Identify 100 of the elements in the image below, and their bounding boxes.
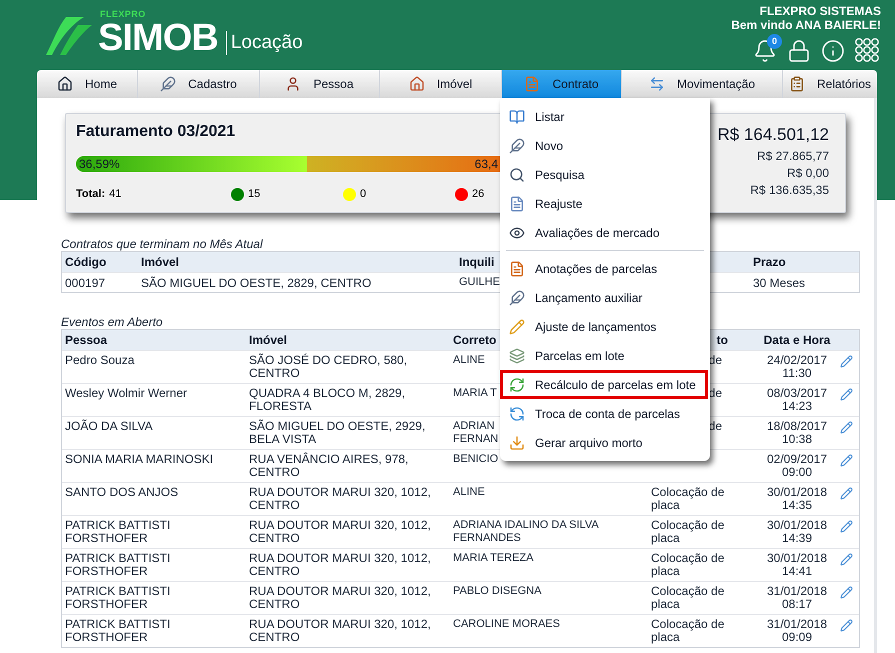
table-cell: GUILHE — [459, 276, 500, 288]
nav-tab[interactable]: Movimentação — [622, 70, 783, 98]
table-cell: RUA DOUTOR MARUI 320, 1012, CENTRO — [249, 518, 431, 545]
column-header: Prazo — [753, 255, 786, 269]
table-cell: 30/01/2018 14:39 — [766, 519, 828, 545]
edit-icon[interactable] — [840, 520, 853, 533]
transfer-icon — [648, 76, 665, 92]
table-cell: 30/01/2018 14:35 — [766, 486, 828, 512]
table-cell-text: Colocação de placa — [651, 519, 726, 545]
nav-tab[interactable]: Pessoa — [260, 70, 380, 98]
edit-icon[interactable] — [840, 388, 853, 401]
table-cell: 30 Meses — [753, 276, 806, 290]
table-cell: Wesley Wolmir Werner — [65, 386, 188, 400]
menu-item[interactable]: Avaliações de mercado — [500, 218, 708, 247]
table-cell: 02/09/2017 09:00 — [766, 453, 828, 479]
table-cell: 31/01/2018 09:09 — [766, 618, 828, 644]
download-icon — [509, 434, 525, 450]
apps-grid-icon[interactable] — [855, 38, 881, 64]
product-name: Locação — [226, 31, 303, 55]
menu-item[interactable]: Pesquisa — [500, 160, 708, 189]
table-cell: SANTO DOS ANJOS — [65, 485, 178, 499]
table-cell: 31/01/2018 08:17 — [766, 585, 828, 611]
book-icon — [509, 108, 525, 124]
refresh-icon — [509, 376, 525, 392]
notifications-icon[interactable] — [753, 39, 777, 63]
lock-icon[interactable] — [787, 39, 811, 63]
edit-icon[interactable] — [840, 553, 853, 566]
swap-icon — [509, 406, 525, 422]
edit-icon[interactable] — [840, 454, 853, 467]
table-cell: SONIA MARIA MARINOSKI — [65, 452, 214, 466]
swoosh-logo-icon — [44, 15, 94, 57]
total-label: Total: — [76, 187, 106, 202]
document-icon — [509, 196, 525, 212]
menu-item[interactable]: Anotações de parcelas — [500, 254, 708, 283]
table-cell: 000197 — [65, 276, 106, 290]
table-cell-text: Colocação de placa — [651, 585, 726, 611]
table-cell: 30/01/2018 14:41 — [766, 552, 828, 578]
status-count: 26 — [472, 187, 484, 202]
menu-item[interactable]: Recálculo de parcelas em lote — [500, 370, 708, 399]
table-cell: MARIA TEREZA — [453, 552, 534, 564]
column-header: Imóvel — [141, 255, 180, 269]
table-cell: PATRICK BATTISTI FORSTHOFER — [65, 617, 170, 644]
nav-tab[interactable]: Contrato — [502, 70, 622, 98]
table-cell: BENICIO — [453, 453, 498, 465]
paid-percent: 36,59% — [79, 156, 120, 173]
menu-item[interactable]: Troca de conta de parcelas — [500, 399, 708, 428]
amount: R$ 136.635,35 — [750, 182, 829, 198]
table-cell: RUA DOUTOR MARUI 320, 1012, CENTRO — [249, 551, 431, 578]
table-cell: SÃO JOSÉ DO CEDRO, 580, CENTRO — [249, 353, 408, 380]
menu-item[interactable]: Lançamento auxiliar — [500, 283, 708, 312]
edit-icon[interactable] — [840, 619, 853, 632]
edit-icon[interactable] — [840, 355, 853, 368]
table-cell: 08/03/2017 14:23 — [766, 387, 828, 413]
menu-item[interactable]: Reajuste — [500, 189, 708, 218]
table-cell-text: Colocação de placa — [651, 618, 726, 644]
table-cell: 24/02/2017 11:30 — [766, 354, 828, 380]
clipboard-icon — [788, 76, 805, 92]
table-cell: Pedro Souza — [65, 353, 134, 367]
brand-name: SIMOB — [98, 19, 218, 57]
table-cell: SÃO MIGUEL DO OESTE, 2829, CENTRO — [141, 276, 372, 290]
edit-icon[interactable] — [840, 421, 853, 434]
welcome-text: Bem vindo ANA BAIERLE! — [731, 18, 881, 32]
table-caption: Eventos em Aberto — [61, 315, 163, 329]
nav-tab[interactable]: Relatórios — [783, 70, 877, 98]
info-icon[interactable] — [821, 39, 845, 63]
table-cell: ALINE — [453, 486, 485, 498]
table-cell: SÃO MIGUEL DO OESTE, 2929, BELA VISTA — [249, 419, 426, 446]
menu-item[interactable]: Parcelas em lote — [500, 341, 708, 370]
menu-item[interactable]: Gerar arquivo morto — [500, 428, 708, 457]
nav-tab[interactable]: Imóvel — [380, 70, 502, 98]
table-cell: PATRICK BATTISTI FORSTHOFER — [65, 551, 170, 578]
feather-icon — [509, 138, 525, 154]
table-cell: RUA DOUTOR MARUI 320, 1012, CENTRO — [249, 584, 431, 611]
nav-tab[interactable]: Home — [37, 70, 138, 98]
menu-item[interactable]: Listar — [500, 102, 708, 131]
edit-icon[interactable] — [840, 487, 853, 500]
brand-tagline: FLEXPRO — [100, 10, 147, 19]
column-header: Inquili — [459, 255, 494, 269]
notification-badge: 0 — [767, 34, 782, 49]
amount: R$ 0,00 — [786, 164, 829, 182]
stack-icon — [509, 348, 525, 364]
column-header: Correto — [453, 332, 496, 349]
nav-tab[interactable]: Cadastro — [138, 70, 260, 98]
company-name: FLEXPRO SISTEMAS — [760, 4, 881, 18]
table-cell: RUA DOUTOR MARUI 320, 1012, CENTRO — [249, 617, 431, 644]
edit-icon[interactable] — [840, 586, 853, 599]
table-cell-text: Colocação de placa — [651, 486, 726, 512]
column-header: Pessoa — [65, 332, 108, 349]
person-icon — [285, 76, 302, 92]
document-icon — [509, 260, 525, 276]
table-cell: RUA DOUTOR MARUI 320, 1012, CENTRO — [249, 485, 431, 512]
feather-icon — [509, 290, 525, 306]
table-cell: JOÃO DA SILVA — [65, 419, 153, 433]
table-cell: 18/08/2017 10:38 — [766, 420, 828, 446]
menu-item[interactable]: Novo — [500, 131, 708, 160]
table-caption: Contratos que terminam no Mês Atual — [61, 237, 263, 251]
table-cell: CAROLINE MORAES — [453, 618, 560, 630]
amount: R$ 27.865,77 — [756, 148, 829, 164]
menu-item[interactable]: Ajuste de lançamentos — [500, 312, 708, 341]
house-icon — [408, 76, 425, 92]
